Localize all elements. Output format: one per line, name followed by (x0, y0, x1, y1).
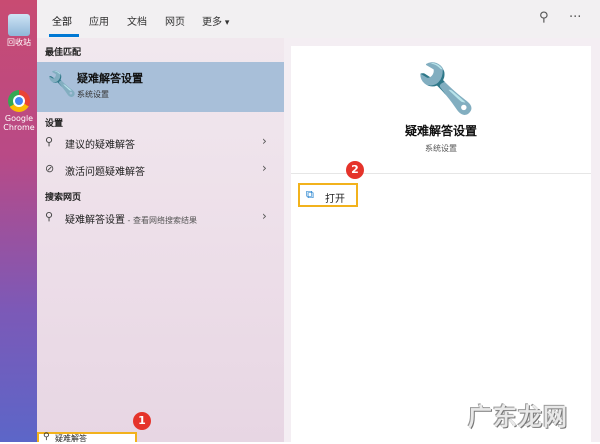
list-item-suggested-troubleshooting[interactable]: ⚲ 建议的疑难解答 › (37, 131, 284, 155)
search-icon: ⚲ (45, 210, 54, 223)
feedback-icon[interactable]: ⚲ (539, 10, 549, 25)
best-match-header: 最佳匹配 (45, 48, 82, 58)
list-item-label: 激活问题疑难解答 (65, 167, 145, 178)
feedback-icon: ⚲ (45, 135, 54, 148)
divider (291, 173, 591, 174)
more-options-icon[interactable]: ··· (569, 10, 581, 25)
detail-pane: 🔧 疑难解答设置 系统设置 ⧉ 打开 (291, 46, 591, 442)
tab-all[interactable]: 全部 (52, 13, 72, 28)
step-badge-2: 2 (346, 161, 364, 179)
step-badge-1: 1 (133, 412, 151, 430)
recycle-bin-icon (8, 14, 30, 36)
results-list: 最佳匹配 🔧 疑难解答设置 系统设置 设置 ⚲ 建议的疑难解答 › ⊘ 激活问题… (37, 38, 284, 442)
wrench-icon: 🔧 (416, 61, 476, 117)
tab-documents[interactable]: 文档 (127, 13, 147, 28)
detail-subtitle: 系统设置 (425, 144, 457, 153)
web-search-header: 搜索网页 (45, 193, 82, 203)
wrench-icon: 🔧 (47, 70, 77, 98)
filter-tabs: 全部 应用 文档 网页 更多 ⚲ ··· (37, 0, 600, 38)
open-icon: ⧉ (306, 188, 314, 201)
recycle-bin-label: 回收站 (7, 38, 31, 47)
watermark: 广东龙网 (468, 403, 568, 431)
best-match-subtitle: 系统设置 (77, 90, 109, 99)
tab-web[interactable]: 网页 (165, 13, 185, 28)
desktop-recycle-bin[interactable]: 回收站 (3, 14, 35, 47)
search-input-value: 疑难解答 (55, 434, 87, 443)
list-item-web-result[interactable]: ⚲ 疑难解答设置 - 查看网络搜索结果 › (37, 206, 284, 230)
open-button-label: 打开 (325, 194, 345, 205)
open-button[interactable]: ⧉ 打开 (298, 183, 358, 207)
chevron-right-icon[interactable]: › (262, 161, 267, 175)
list-item-label: 建议的疑难解答 (65, 140, 135, 151)
detail-title: 疑难解答设置 (404, 124, 477, 138)
check-circle-icon: ⊘ (45, 162, 55, 175)
settings-header: 设置 (45, 119, 64, 129)
search-input[interactable]: ⚲ 疑难解答 (37, 432, 137, 443)
chevron-right-icon[interactable]: › (262, 134, 267, 148)
desktop-chrome[interactable]: Google Chrome (3, 90, 35, 132)
chrome-icon (8, 90, 30, 112)
search-icon: ⚲ (43, 432, 50, 442)
search-panel: 全部 应用 文档 网页 更多 ⚲ ··· 最佳匹配 🔧 疑难解答设置 系统设置 … (37, 0, 600, 442)
tab-more[interactable]: 更多 (202, 13, 229, 28)
list-item-activation-troubleshooting[interactable]: ⊘ 激活问题疑难解答 › (37, 158, 284, 182)
chrome-label: Google Chrome (3, 114, 35, 132)
tab-apps[interactable]: 应用 (89, 13, 109, 28)
best-match-title: 疑难解答设置 (77, 72, 143, 85)
chevron-right-icon[interactable]: › (262, 209, 267, 223)
list-item-label: 疑难解答设置 - 查看网络搜索结果 (65, 215, 197, 226)
active-tab-indicator (49, 34, 79, 37)
desktop-background: 回收站 Google Chrome (0, 0, 37, 442)
best-match-item[interactable]: 🔧 疑难解答设置 系统设置 (37, 62, 284, 112)
